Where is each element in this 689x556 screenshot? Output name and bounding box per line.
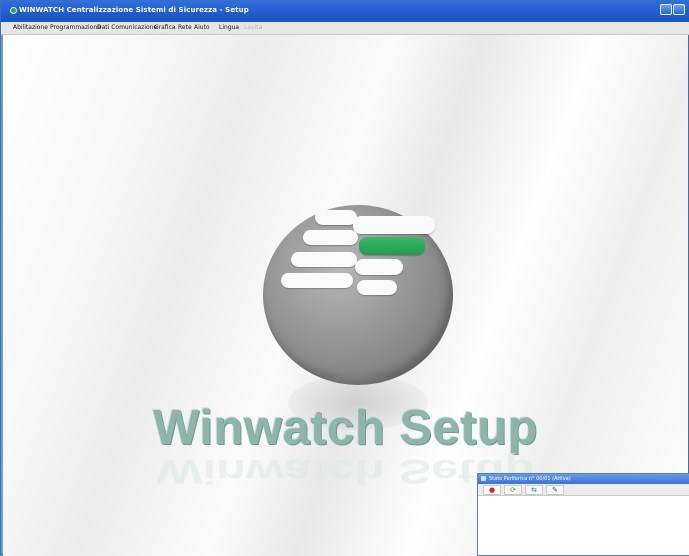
title-bar[interactable]: WINWATCH Centralizzazione Sistemi di Sic… bbox=[1, 1, 689, 22]
app-window: WINWATCH Centralizzazione Sistemi di Sic… bbox=[0, 0, 689, 556]
alarm-icon[interactable]: ● bbox=[483, 485, 501, 495]
device-toolbar: ● ⟳ ⇆ ✎ bbox=[478, 484, 689, 496]
app-icon[interactable] bbox=[10, 7, 17, 14]
menu-disabled-item: Lavita bbox=[244, 24, 263, 31]
logo-bar-2 bbox=[353, 216, 435, 234]
refresh-icon[interactable]: ⟳ bbox=[504, 485, 522, 495]
menu-grafica[interactable]: Grafica bbox=[154, 24, 176, 31]
menu-bar: Abilitazione Programmazione Dati Comunic… bbox=[1, 22, 689, 35]
device-status-window[interactable]: Stato Periferica n° 00/01 (Attiva) ● ⟳ ⇆… bbox=[477, 473, 689, 556]
minimize-button[interactable] bbox=[660, 4, 672, 15]
logo-bar-5 bbox=[355, 259, 403, 275]
logo-bar-3 bbox=[303, 230, 358, 245]
logo-bar-6 bbox=[281, 273, 353, 288]
device-status-title-bar[interactable]: Stato Periferica n° 00/01 (Attiva) bbox=[478, 474, 689, 484]
logo-accent-bar bbox=[359, 237, 425, 255]
connect-icon[interactable]: ⇆ bbox=[525, 485, 543, 495]
maximize-button[interactable] bbox=[673, 4, 685, 15]
menu-rete[interactable]: Rete bbox=[178, 24, 192, 31]
menu-abilitazione[interactable]: Abilitazione bbox=[13, 24, 48, 31]
settings-icon[interactable]: ✎ bbox=[546, 485, 564, 495]
menu-dati-comunicazione[interactable]: Dati Comunicazione bbox=[97, 24, 157, 31]
logo-bar-4 bbox=[291, 252, 357, 267]
menu-programmazione[interactable]: Programmazione bbox=[50, 24, 101, 31]
splash-title: Winwatch Setup bbox=[153, 401, 538, 455]
logo-bar-7 bbox=[357, 280, 397, 295]
logo-bar-1 bbox=[315, 210, 357, 225]
device-status-title: Stato Periferica n° 00/01 (Attiva) bbox=[489, 476, 571, 482]
panel-window-icon bbox=[481, 476, 486, 481]
menu-aiuto[interactable]: Aiuto bbox=[194, 24, 210, 31]
window-title: WINWATCH Centralizzazione Sistemi di Sic… bbox=[19, 6, 249, 14]
menu-lingua[interactable]: Lingua bbox=[219, 24, 239, 31]
